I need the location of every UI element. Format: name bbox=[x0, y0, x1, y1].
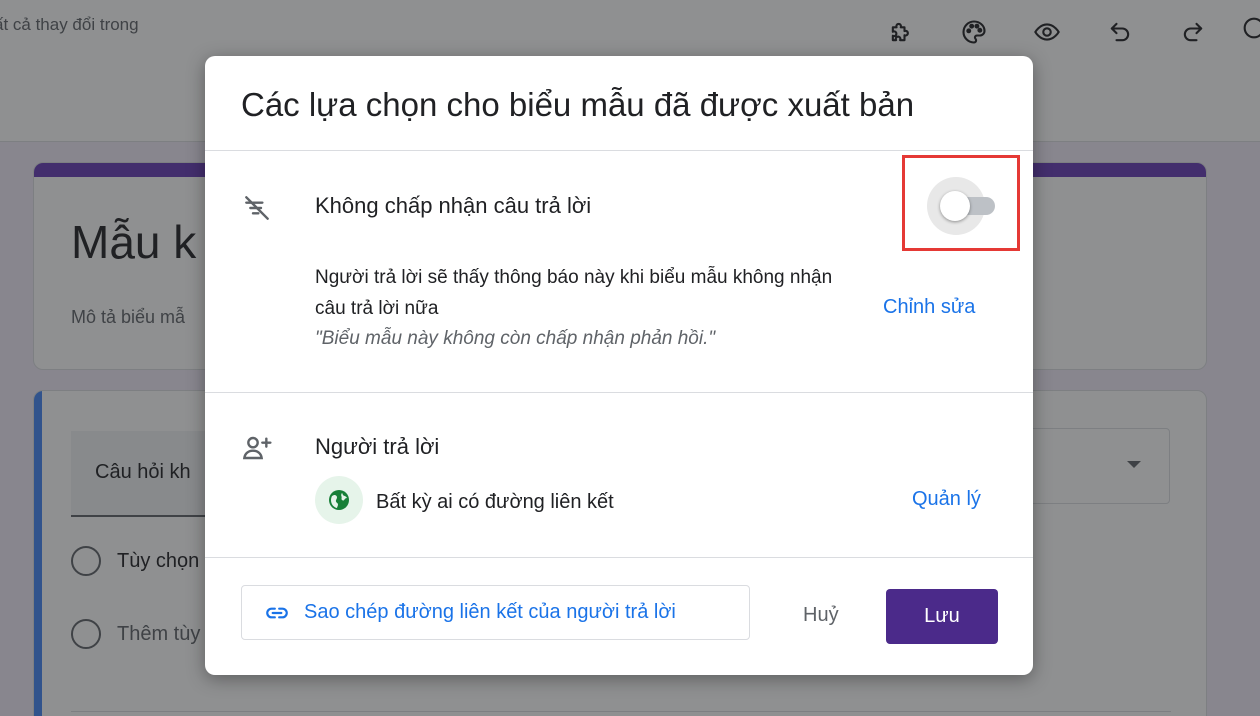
edit-message-button[interactable]: Chỉnh sửa bbox=[883, 296, 975, 319]
closed-message-description: Người trả lời sẽ thấy thông báo này khi … bbox=[315, 267, 833, 319]
responders-label: Người trả lời bbox=[315, 434, 440, 459]
accepting-responses-label: Không chấp nhận câu trả lời bbox=[315, 193, 592, 218]
link-icon bbox=[266, 607, 288, 618]
divider bbox=[205, 392, 1033, 393]
closed-message-quote: "Biểu mẫu này không còn chấp nhận phản h… bbox=[315, 328, 716, 349]
globe-icon bbox=[315, 476, 363, 524]
copy-link-label: Sao chép đường liên kết của người trả lờ… bbox=[304, 601, 676, 623]
divider bbox=[205, 557, 1033, 558]
responses-off-icon bbox=[239, 190, 275, 226]
manage-responders-button[interactable]: Quản lý bbox=[912, 488, 981, 511]
highlight-annotation-box bbox=[902, 155, 1020, 251]
cancel-button[interactable]: Huỷ bbox=[803, 604, 839, 627]
person-add-icon bbox=[239, 430, 275, 466]
copy-responder-link-button[interactable]: Sao chép đường liên kết của người trả lờ… bbox=[241, 585, 750, 640]
published-form-options-dialog: Các lựa chọn cho biểu mẫu đã được xuất b… bbox=[205, 56, 1033, 675]
divider bbox=[205, 150, 1033, 151]
dialog-title: Các lựa chọn cho biểu mẫu đã được xuất b… bbox=[241, 86, 915, 123]
link-access-text: Bất kỳ ai có đường liên kết bbox=[376, 491, 614, 513]
save-button[interactable]: Lưu bbox=[886, 589, 998, 644]
